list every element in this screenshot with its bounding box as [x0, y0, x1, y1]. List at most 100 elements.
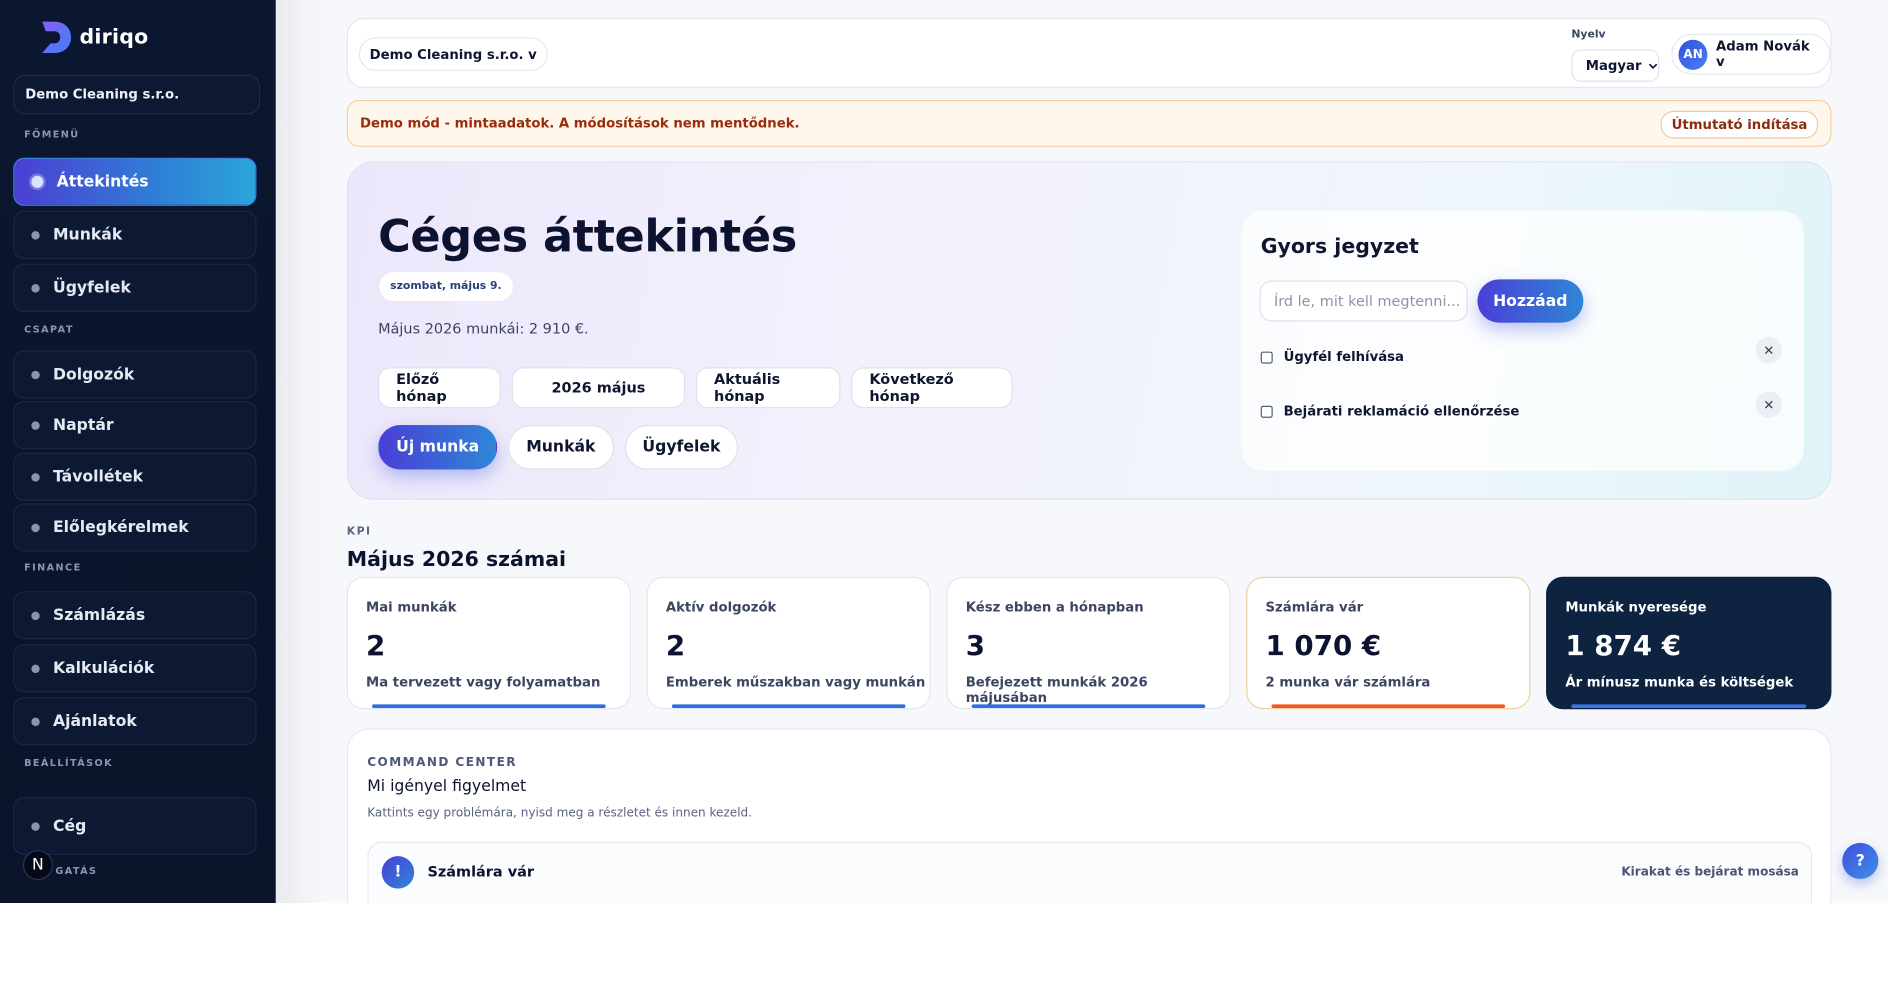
sidebar-item-label: Távollétek — [52, 467, 144, 486]
company-switcher[interactable]: Demo Cleaning s.r.o. — [13, 74, 261, 115]
section-label-support: GATÁS — [55, 865, 98, 877]
chevron-down-icon — [1649, 62, 1658, 69]
command-center-tag: COMMAND CENTER — [367, 756, 517, 770]
sidebar-item-offers[interactable]: Ajánlatok — [13, 697, 257, 746]
kpi-label: Mai munkák — [366, 599, 457, 616]
kpi-value: 1 874 € — [1565, 630, 1681, 663]
help-button[interactable]: ? — [1842, 842, 1879, 879]
sidebar-item-label: Kalkulációk — [52, 659, 155, 678]
add-note-button[interactable]: Hozzáad — [1477, 279, 1584, 323]
alert-icon: ! — [381, 856, 415, 889]
dot-icon — [31, 175, 44, 188]
sidebar-shadow — [275, 0, 324, 904]
sidebar-item-label: Munkák — [52, 225, 123, 244]
kpi-value: 2 — [665, 630, 686, 663]
brand-name: diriqo — [79, 25, 149, 50]
note-text: Bejárati reklamáció ellenőrzése — [1283, 403, 1520, 420]
demo-banner: Demo mód - mintaadatok. A módosítások ne… — [346, 99, 1832, 147]
command-center-subtitle: Kattints egy problémára, nyisd meg a rés… — [367, 806, 753, 820]
month-summary: Május 2026 munkái: 2 910 €. — [378, 320, 589, 338]
sidebar-item-company[interactable]: Cég — [13, 797, 257, 855]
page-bottom-area — [0, 903, 1888, 999]
language-value: Magyar — [1585, 57, 1642, 74]
note-checkbox[interactable] — [1260, 350, 1273, 364]
note-checkbox[interactable] — [1260, 405, 1273, 418]
kpi-accent-bar — [971, 704, 1206, 709]
kpi-value: 1 070 € — [1265, 630, 1382, 663]
close-icon[interactable]: ✕ — [1755, 337, 1783, 364]
language-label: Nyelv — [1571, 28, 1606, 41]
user-menu[interactable]: AN Adam Novák v — [1671, 33, 1831, 75]
attention-row-meta: Kirakat és bejárat mosása — [1621, 865, 1799, 879]
sidebar-item-absences[interactable]: Távollétek — [13, 452, 257, 501]
kpi-label: Munkák nyeresége — [1565, 599, 1707, 616]
month-nav: Előző hónap 2026 május Aktuális hónap Kö… — [378, 367, 1013, 409]
start-guide-button[interactable]: Útmutató indítása — [1660, 110, 1819, 139]
n-badge[interactable]: N — [22, 850, 53, 881]
kpi-title: Május 2026 számai — [346, 547, 567, 572]
note-text: Ügyfél felhívása — [1283, 349, 1404, 365]
kpi-subtext: 2 munka vár számlára — [1265, 674, 1431, 690]
dot-icon — [31, 717, 40, 726]
kpi-card-profit[interactable]: Munkák nyeresége 1 874 € Ár mínusz munka… — [1546, 576, 1832, 710]
kpi-accent-bar — [671, 704, 906, 709]
next-month-button[interactable]: Következő hónap — [851, 367, 1013, 409]
kpi-subtext: Ár mínusz munka és költségek — [1565, 674, 1794, 690]
close-icon[interactable]: ✕ — [1755, 391, 1783, 418]
sidebar-item-clients[interactable]: Ügyfelek — [13, 263, 257, 312]
sidebar-item-calendar[interactable]: Naptár — [13, 400, 257, 450]
sidebar-item-workers[interactable]: Dolgozók — [13, 350, 257, 399]
dot-icon — [31, 611, 40, 620]
note-input[interactable]: Írd le, mit kell megtenni... — [1259, 280, 1468, 322]
quick-note-title: Gyors jegyzet — [1260, 234, 1419, 259]
sidebar-item-jobs[interactable]: Munkák — [13, 210, 257, 259]
sidebar-item-label: Cég — [52, 816, 87, 836]
section-label-settings: BEÁLLÍTÁSOK — [24, 757, 114, 769]
date-chip: szombat, május 9. — [379, 272, 513, 302]
attention-row-title: Számlára vár — [427, 863, 534, 881]
kpi-subtext: Befejezett munkák 2026 májusában — [965, 674, 1148, 706]
sidebar-item-label: Előlegkérelmek — [52, 518, 189, 537]
kpi-subtext: Emberek műszakban vagy munkán — [665, 674, 926, 690]
jobs-button[interactable]: Munkák — [508, 425, 614, 470]
brand[interactable]: diriqo — [39, 19, 149, 55]
dot-icon — [31, 472, 40, 482]
action-buttons: Új munka Munkák Ügyfelek — [378, 425, 739, 470]
kpi-subtext: Ma tervezett vagy folyamatban — [366, 674, 601, 690]
kpi-label: Számlára vár — [1265, 599, 1364, 616]
company-select[interactable]: Demo Cleaning s.r.o. v — [358, 37, 548, 72]
attention-row[interactable]: ! Számlára vár Kirakat és bejárat mosása — [367, 841, 1813, 905]
current-selected-month-button[interactable]: 2026 május — [511, 367, 686, 409]
kpi-value: 2 — [366, 630, 386, 663]
note-item: Ügyfél felhívása — [1260, 349, 1404, 365]
dot-icon — [31, 283, 40, 292]
dot-icon — [31, 664, 40, 673]
sidebar-item-overview[interactable]: Áttekintés — [13, 157, 257, 206]
sidebar-item-label: Naptár — [52, 416, 114, 435]
kpi-card-done-this-month[interactable]: Kész ebben a hónapban 3 Befejezett munká… — [946, 576, 1231, 710]
overview-hero: Céges áttekintés szombat, május 9. Május… — [346, 161, 1832, 500]
kpi-card-awaiting-invoice[interactable]: Számlára vár 1 070 € 2 munka vár számlár… — [1246, 576, 1531, 710]
sidebar-item-label: Számlázás — [52, 606, 146, 625]
language-select[interactable]: Magyar — [1571, 49, 1660, 82]
avatar: AN — [1678, 39, 1708, 70]
command-center: COMMAND CENTER Mi igényel figyelmet Katt… — [346, 728, 1832, 905]
sidebar-item-label: Ügyfelek — [52, 278, 131, 297]
sidebar-item-label: Áttekintés — [56, 172, 149, 191]
this-month-button[interactable]: Aktuális hónap — [695, 367, 841, 409]
dot-icon — [31, 420, 40, 430]
sidebar-item-invoicing[interactable]: Számlázás — [13, 591, 257, 640]
clients-button[interactable]: Ügyfelek — [624, 425, 739, 470]
topbar: Demo Cleaning s.r.o. v Nyelv Magyar AN A… — [346, 18, 1832, 88]
user-name: Adam Novák v — [1716, 38, 1810, 70]
dot-icon — [31, 821, 40, 831]
kpi-card-active-workers[interactable]: Aktív dolgozók 2 Emberek műszakban vagy … — [646, 576, 931, 710]
kpi-card-today-jobs[interactable]: Mai munkák 2 Ma tervezett vagy folyamatb… — [346, 576, 631, 710]
sidebar-item-advances[interactable]: Előlegkérelmek — [13, 503, 257, 552]
kpi-tag: KPI — [346, 526, 372, 539]
sidebar-item-calculations[interactable]: Kalkulációk — [13, 644, 257, 693]
diriqo-logo-icon — [42, 21, 72, 53]
new-job-button[interactable]: Új munka — [378, 425, 498, 470]
dot-icon — [31, 370, 40, 379]
prev-month-button[interactable]: Előző hónap — [378, 367, 501, 409]
